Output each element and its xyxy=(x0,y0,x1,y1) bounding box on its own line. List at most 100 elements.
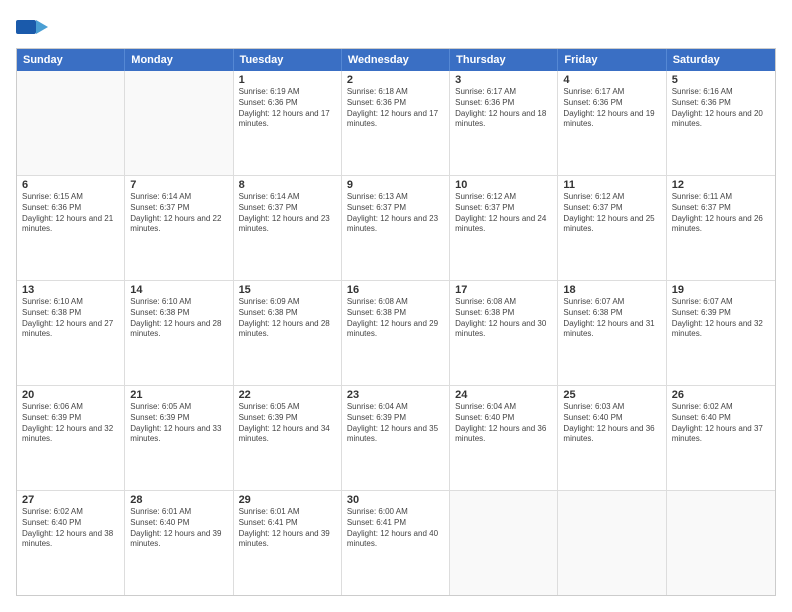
day-info: Sunrise: 6:04 AM Sunset: 6:40 PM Dayligh… xyxy=(455,402,552,445)
day-number: 14 xyxy=(130,284,227,296)
day-number: 22 xyxy=(239,389,336,401)
day-info: Sunrise: 6:10 AM Sunset: 6:38 PM Dayligh… xyxy=(130,297,227,340)
day-number: 12 xyxy=(672,179,770,191)
day-info: Sunrise: 6:10 AM Sunset: 6:38 PM Dayligh… xyxy=(22,297,119,340)
day-number: 19 xyxy=(672,284,770,296)
day-info: Sunrise: 6:17 AM Sunset: 6:36 PM Dayligh… xyxy=(455,87,552,130)
day-header-saturday: Saturday xyxy=(667,49,775,71)
day-number: 29 xyxy=(239,494,336,506)
day-info: Sunrise: 6:09 AM Sunset: 6:38 PM Dayligh… xyxy=(239,297,336,340)
day-info: Sunrise: 6:00 AM Sunset: 6:41 PM Dayligh… xyxy=(347,507,444,550)
day-cell-6: 6Sunrise: 6:15 AM Sunset: 6:36 PM Daylig… xyxy=(17,176,125,280)
day-number: 10 xyxy=(455,179,552,191)
day-info: Sunrise: 6:13 AM Sunset: 6:37 PM Dayligh… xyxy=(347,192,444,235)
day-info: Sunrise: 6:06 AM Sunset: 6:39 PM Dayligh… xyxy=(22,402,119,445)
day-cell-10: 10Sunrise: 6:12 AM Sunset: 6:37 PM Dayli… xyxy=(450,176,558,280)
header xyxy=(16,16,776,38)
day-number: 15 xyxy=(239,284,336,296)
day-info: Sunrise: 6:19 AM Sunset: 6:36 PM Dayligh… xyxy=(239,87,336,130)
day-number: 23 xyxy=(347,389,444,401)
day-header-thursday: Thursday xyxy=(450,49,558,71)
day-number: 1 xyxy=(239,74,336,86)
calendar-week-3: 13Sunrise: 6:10 AM Sunset: 6:38 PM Dayli… xyxy=(17,281,775,386)
day-cell-22: 22Sunrise: 6:05 AM Sunset: 6:39 PM Dayli… xyxy=(234,386,342,490)
day-number: 25 xyxy=(563,389,660,401)
day-number: 2 xyxy=(347,74,444,86)
logo-icon xyxy=(16,16,48,38)
day-number: 20 xyxy=(22,389,119,401)
day-info: Sunrise: 6:17 AM Sunset: 6:36 PM Dayligh… xyxy=(563,87,660,130)
day-info: Sunrise: 6:02 AM Sunset: 6:40 PM Dayligh… xyxy=(672,402,770,445)
day-cell-4: 4Sunrise: 6:17 AM Sunset: 6:36 PM Daylig… xyxy=(558,71,666,175)
calendar-week-2: 6Sunrise: 6:15 AM Sunset: 6:36 PM Daylig… xyxy=(17,176,775,281)
day-number: 4 xyxy=(563,74,660,86)
day-cell-15: 15Sunrise: 6:09 AM Sunset: 6:38 PM Dayli… xyxy=(234,281,342,385)
day-number: 13 xyxy=(22,284,119,296)
day-info: Sunrise: 6:12 AM Sunset: 6:37 PM Dayligh… xyxy=(455,192,552,235)
day-header-wednesday: Wednesday xyxy=(342,49,450,71)
day-info: Sunrise: 6:05 AM Sunset: 6:39 PM Dayligh… xyxy=(130,402,227,445)
day-info: Sunrise: 6:04 AM Sunset: 6:39 PM Dayligh… xyxy=(347,402,444,445)
empty-cell xyxy=(667,491,775,595)
day-number: 8 xyxy=(239,179,336,191)
day-number: 17 xyxy=(455,284,552,296)
day-cell-14: 14Sunrise: 6:10 AM Sunset: 6:38 PM Dayli… xyxy=(125,281,233,385)
day-cell-9: 9Sunrise: 6:13 AM Sunset: 6:37 PM Daylig… xyxy=(342,176,450,280)
empty-cell xyxy=(125,71,233,175)
day-cell-23: 23Sunrise: 6:04 AM Sunset: 6:39 PM Dayli… xyxy=(342,386,450,490)
calendar-body: 1Sunrise: 6:19 AM Sunset: 6:36 PM Daylig… xyxy=(17,71,775,595)
day-cell-27: 27Sunrise: 6:02 AM Sunset: 6:40 PM Dayli… xyxy=(17,491,125,595)
day-header-tuesday: Tuesday xyxy=(234,49,342,71)
day-cell-13: 13Sunrise: 6:10 AM Sunset: 6:38 PM Dayli… xyxy=(17,281,125,385)
day-cell-1: 1Sunrise: 6:19 AM Sunset: 6:36 PM Daylig… xyxy=(234,71,342,175)
day-info: Sunrise: 6:07 AM Sunset: 6:39 PM Dayligh… xyxy=(672,297,770,340)
day-number: 5 xyxy=(672,74,770,86)
empty-cell xyxy=(450,491,558,595)
day-number: 6 xyxy=(22,179,119,191)
calendar-week-5: 27Sunrise: 6:02 AM Sunset: 6:40 PM Dayli… xyxy=(17,491,775,595)
day-info: Sunrise: 6:12 AM Sunset: 6:37 PM Dayligh… xyxy=(563,192,660,235)
day-info: Sunrise: 6:14 AM Sunset: 6:37 PM Dayligh… xyxy=(130,192,227,235)
empty-cell xyxy=(558,491,666,595)
day-info: Sunrise: 6:07 AM Sunset: 6:38 PM Dayligh… xyxy=(563,297,660,340)
day-number: 9 xyxy=(347,179,444,191)
day-info: Sunrise: 6:05 AM Sunset: 6:39 PM Dayligh… xyxy=(239,402,336,445)
logo xyxy=(16,16,50,38)
day-cell-17: 17Sunrise: 6:08 AM Sunset: 6:38 PM Dayli… xyxy=(450,281,558,385)
day-info: Sunrise: 6:14 AM Sunset: 6:37 PM Dayligh… xyxy=(239,192,336,235)
calendar-week-1: 1Sunrise: 6:19 AM Sunset: 6:36 PM Daylig… xyxy=(17,71,775,176)
day-cell-24: 24Sunrise: 6:04 AM Sunset: 6:40 PM Dayli… xyxy=(450,386,558,490)
day-number: 26 xyxy=(672,389,770,401)
day-number: 3 xyxy=(455,74,552,86)
day-cell-11: 11Sunrise: 6:12 AM Sunset: 6:37 PM Dayli… xyxy=(558,176,666,280)
day-info: Sunrise: 6:15 AM Sunset: 6:36 PM Dayligh… xyxy=(22,192,119,235)
day-number: 28 xyxy=(130,494,227,506)
day-number: 30 xyxy=(347,494,444,506)
day-cell-12: 12Sunrise: 6:11 AM Sunset: 6:37 PM Dayli… xyxy=(667,176,775,280)
day-info: Sunrise: 6:11 AM Sunset: 6:37 PM Dayligh… xyxy=(672,192,770,235)
day-number: 18 xyxy=(563,284,660,296)
day-cell-28: 28Sunrise: 6:01 AM Sunset: 6:40 PM Dayli… xyxy=(125,491,233,595)
day-number: 11 xyxy=(563,179,660,191)
day-cell-21: 21Sunrise: 6:05 AM Sunset: 6:39 PM Dayli… xyxy=(125,386,233,490)
calendar-week-4: 20Sunrise: 6:06 AM Sunset: 6:39 PM Dayli… xyxy=(17,386,775,491)
day-number: 16 xyxy=(347,284,444,296)
calendar-header: SundayMondayTuesdayWednesdayThursdayFrid… xyxy=(17,49,775,71)
empty-cell xyxy=(17,71,125,175)
day-number: 7 xyxy=(130,179,227,191)
day-cell-8: 8Sunrise: 6:14 AM Sunset: 6:37 PM Daylig… xyxy=(234,176,342,280)
day-header-sunday: Sunday xyxy=(17,49,125,71)
day-info: Sunrise: 6:03 AM Sunset: 6:40 PM Dayligh… xyxy=(563,402,660,445)
day-info: Sunrise: 6:18 AM Sunset: 6:36 PM Dayligh… xyxy=(347,87,444,130)
day-number: 24 xyxy=(455,389,552,401)
day-cell-20: 20Sunrise: 6:06 AM Sunset: 6:39 PM Dayli… xyxy=(17,386,125,490)
day-info: Sunrise: 6:01 AM Sunset: 6:40 PM Dayligh… xyxy=(130,507,227,550)
day-number: 21 xyxy=(130,389,227,401)
calendar: SundayMondayTuesdayWednesdayThursdayFrid… xyxy=(16,48,776,596)
day-info: Sunrise: 6:02 AM Sunset: 6:40 PM Dayligh… xyxy=(22,507,119,550)
day-header-friday: Friday xyxy=(558,49,666,71)
day-cell-30: 30Sunrise: 6:00 AM Sunset: 6:41 PM Dayli… xyxy=(342,491,450,595)
day-cell-2: 2Sunrise: 6:18 AM Sunset: 6:36 PM Daylig… xyxy=(342,71,450,175)
day-header-monday: Monday xyxy=(125,49,233,71)
day-cell-25: 25Sunrise: 6:03 AM Sunset: 6:40 PM Dayli… xyxy=(558,386,666,490)
